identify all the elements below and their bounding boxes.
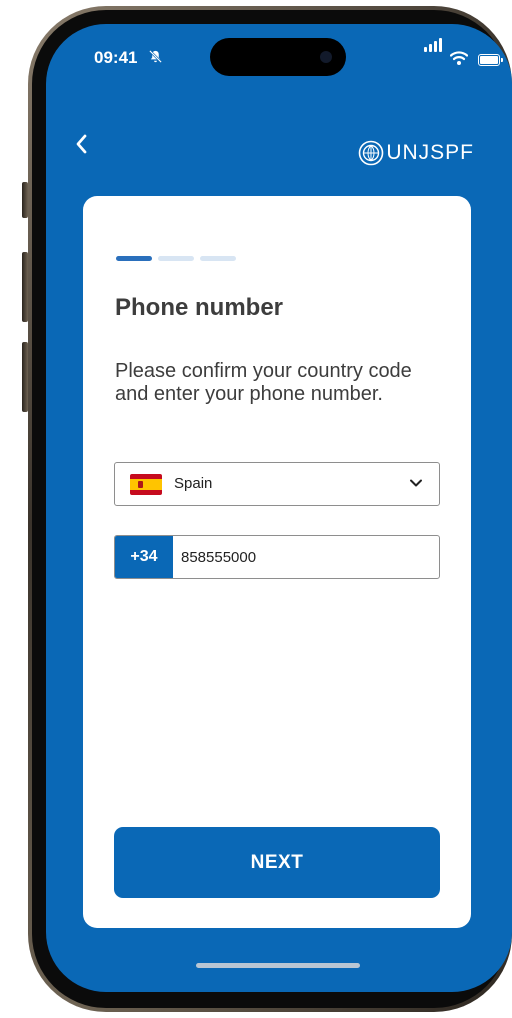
wifi-icon: [449, 50, 469, 71]
bell-slash-icon: [148, 49, 163, 68]
home-indicator: [196, 963, 360, 968]
dynamic-island: [210, 38, 346, 76]
page-title: Phone number: [115, 294, 284, 321]
chevron-left-icon: [76, 134, 87, 154]
volume-up-button: [22, 252, 28, 322]
status-time: 09:41: [94, 48, 138, 67]
country-code-prefix: +34: [115, 536, 173, 578]
camera-icon: [320, 51, 332, 63]
form-card: Phone number Please confirm your country…: [83, 196, 471, 928]
spain-flag-icon: [130, 474, 162, 495]
volume-down-button: [22, 342, 28, 412]
battery-icon: [478, 54, 503, 66]
page-description: Please confirm your country code and ent…: [115, 360, 412, 405]
step-indicator-2: [158, 256, 194, 261]
back-button[interactable]: [70, 132, 94, 156]
action-button: [22, 182, 28, 218]
phone-number-input[interactable]: [181, 536, 431, 578]
next-button[interactable]: NEXT: [114, 827, 440, 898]
app-screen: 09:41 UNJSPF Phone number Please confirm…: [46, 24, 512, 992]
logo-text: UNJSPF: [386, 141, 474, 164]
un-emblem-icon: [359, 140, 384, 166]
step-indicator-1: [116, 256, 152, 261]
step-indicator-3: [200, 256, 236, 261]
chevron-down-icon: [410, 479, 422, 487]
phone-field: +34: [114, 535, 440, 579]
country-select-value: Spain: [174, 475, 213, 492]
unjspf-logo: UNJSPF: [358, 140, 474, 166]
country-select[interactable]: Spain: [114, 462, 440, 506]
